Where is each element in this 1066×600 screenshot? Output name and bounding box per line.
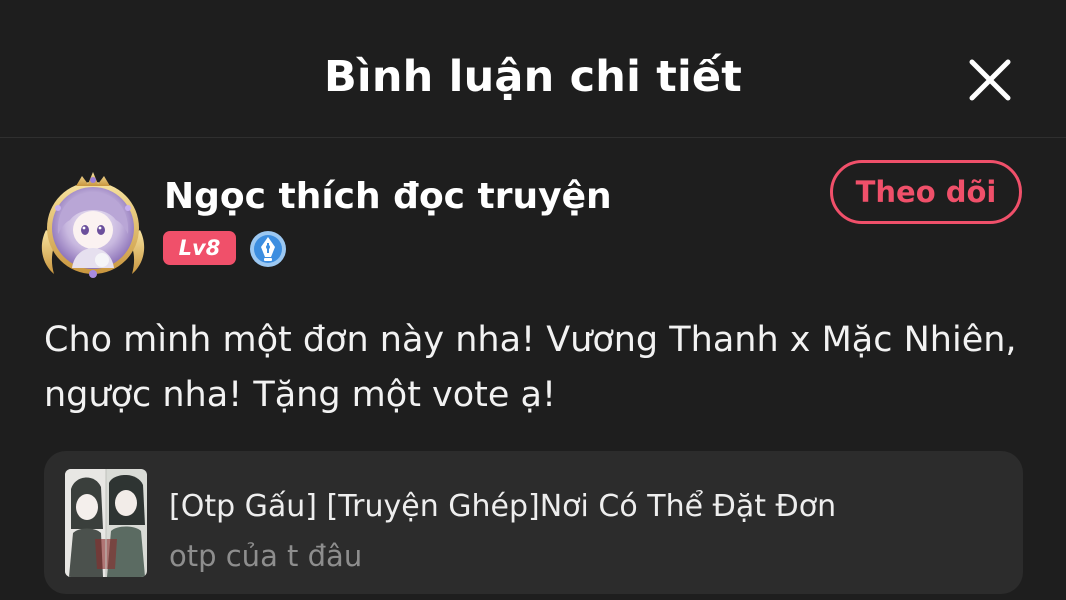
comment-line-1: Cho mình một đơn này nha! Vương Thanh x … [44, 320, 1017, 360]
pen-nib-badge-icon [250, 231, 286, 267]
story-subtitle: otp của t đâu [169, 539, 363, 573]
page-title: Bình luận chi tiết [323, 52, 743, 102]
avatar[interactable] [36, 168, 150, 282]
author-section: Ngọc thích đọc truyện Lv8 Theo dõi [0, 160, 1066, 290]
close-icon [969, 59, 1011, 101]
follow-button[interactable]: Theo dõi [830, 160, 1022, 224]
story-title: [Otp Gấu] [Truyện Ghép]Nơi Có Thể Đặt Đơ… [169, 489, 837, 524]
story-card[interactable]: [Otp Gấu] [Truyện Ghép]Nơi Có Thể Đặt Đơ… [44, 451, 1023, 594]
header-bar: Bình luận chi tiết [0, 0, 1066, 138]
comment-line-2: ngược nha! Tặng một vote ạ! [44, 375, 557, 415]
level-badge: Lv8 [163, 231, 236, 265]
close-button[interactable] [962, 52, 1018, 108]
avatar-frame-icon [41, 172, 145, 278]
author-name[interactable]: Ngọc thích đọc truyện [164, 176, 612, 217]
writer-badge [248, 229, 288, 269]
comment-body: Cho mình một đơn này nha! Vương Thanh x … [44, 313, 1024, 423]
story-cover-image [65, 469, 147, 577]
